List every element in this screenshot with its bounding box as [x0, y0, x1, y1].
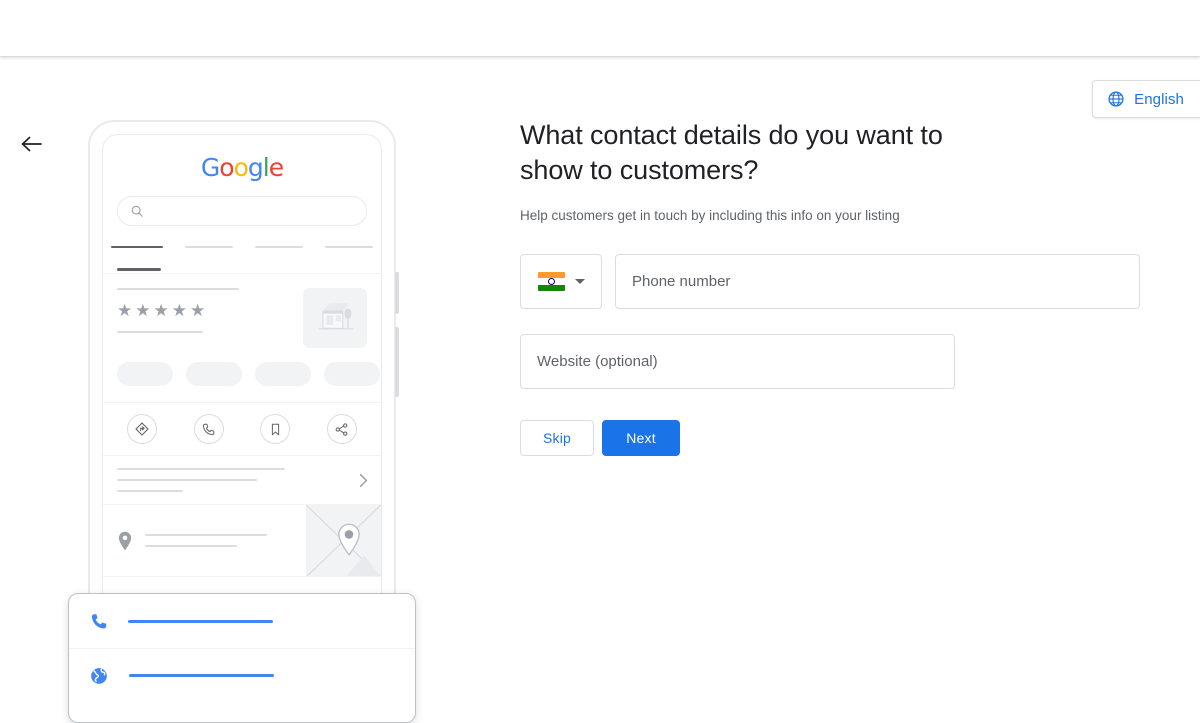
globe-icon: [1108, 91, 1124, 107]
preview-map-row: [103, 505, 381, 577]
preview-chip: [117, 362, 173, 386]
chevron-down-icon: [574, 279, 585, 284]
skip-button[interactable]: Skip: [520, 420, 594, 456]
phone-side-button-lower: [395, 327, 399, 397]
preview-detail-line: [117, 490, 183, 492]
phone-number-input[interactable]: Phone number: [615, 254, 1140, 309]
preview-detail-line: [117, 468, 285, 470]
next-button[interactable]: Next: [602, 420, 680, 456]
preview-listing-title-placeholder: [117, 288, 239, 290]
search-icon: [131, 205, 143, 217]
storefront-icon: [318, 303, 354, 330]
website-placeholder: Website (optional): [537, 353, 658, 370]
phone-side-button-upper: [395, 272, 399, 314]
directions-icon: [127, 414, 158, 444]
preview-detail-line: [117, 479, 257, 481]
phone-number-row: Phone number: [520, 254, 1140, 309]
preview-address-line: [145, 545, 237, 547]
website-input[interactable]: Website (optional): [520, 334, 955, 389]
chevron-right-icon: [359, 473, 368, 488]
location-pin-icon: [118, 531, 132, 550]
language-selector[interactable]: English: [1092, 80, 1200, 118]
contact-details-form: Phone number Website (optional) Skip Nex…: [520, 254, 1140, 456]
contact-card-website-row: [69, 648, 415, 702]
globe-icon: [91, 667, 107, 684]
form-actions: Skip Next: [520, 420, 1140, 456]
preview-tab: [324, 246, 374, 248]
contact-preview-card: [68, 593, 416, 723]
preview-rating-stars: ★★★★★: [117, 301, 209, 320]
language-label: English: [1134, 90, 1184, 108]
contact-card-phone-placeholder: [128, 619, 273, 623]
preview-chip: [255, 362, 311, 386]
phone-number-placeholder: Phone number: [632, 273, 731, 290]
preview-map-thumbnail: [306, 505, 381, 576]
preview-tab: [184, 246, 233, 248]
preview-chip: [324, 362, 380, 386]
page-subtitle: Help customers get in touch by including…: [520, 208, 900, 223]
preview-detail-rows: [103, 456, 381, 505]
phone-icon: [91, 613, 107, 629]
india-flag-icon: [537, 272, 565, 291]
preview-chip: [186, 362, 242, 386]
preview-tab: [254, 246, 303, 248]
country-code-selector[interactable]: [520, 254, 602, 309]
preview-listing-subtitle-placeholder: [117, 331, 203, 333]
preview-tab-indicator: [117, 268, 161, 271]
contact-card-phone-row: [69, 594, 415, 648]
main-content: What contact details do you want to show…: [520, 118, 1140, 456]
preview-tab-bar: [103, 244, 381, 274]
google-logo: Google: [200, 153, 284, 182]
preview-address-line: [145, 534, 267, 536]
preview-tab-active: [111, 246, 163, 248]
map-pin-icon: [338, 523, 360, 556]
preview-search-bar: [117, 196, 367, 226]
arrow-left-icon: [21, 136, 42, 152]
back-button[interactable]: [16, 129, 46, 159]
top-app-bar: [0, 0, 1200, 57]
preview-listing-thumbnail: [303, 288, 367, 348]
preview-action-row: [103, 402, 381, 456]
phone-icon: [193, 414, 224, 444]
share-icon: [326, 414, 357, 444]
bookmark-icon: [260, 414, 291, 444]
contact-card-website-placeholder: [129, 674, 274, 677]
preview-chip-row: [103, 348, 381, 402]
page-title: What contact details do you want to show…: [520, 120, 943, 185]
preview-listing-summary: ★★★★★: [103, 274, 381, 348]
